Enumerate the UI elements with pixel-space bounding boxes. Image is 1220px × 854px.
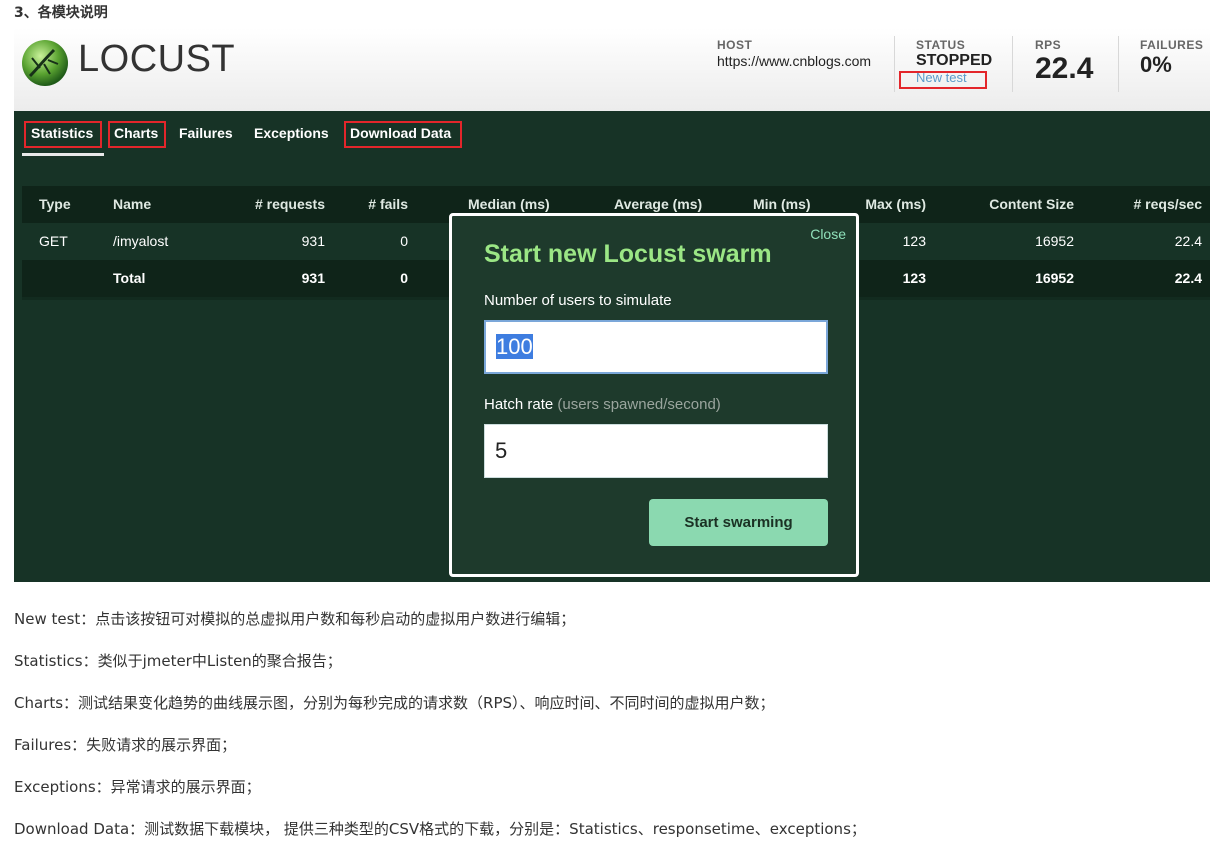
status-value: STOPPED [916,52,993,69]
note-charts: Charts：测试结果变化趋势的曲线展示图，分别为每秒完成的请求数（RPS）、响… [14,694,775,712]
host-stat: HOST https://www.cnblogs.com [717,38,871,69]
cell-reqs-sec: 22.4 [1174,233,1202,249]
cell-requests: 931 [301,233,325,249]
hatch-field-label: Hatch rate (users spawned/second) [484,396,721,413]
charts-highlight-box [108,121,166,148]
cell-requests: 931 [301,270,325,286]
cell-fails: 0 [400,270,408,286]
column-header[interactable]: Name [113,186,151,223]
rps-value: 22.4 [1035,52,1094,85]
locust-app-screenshot: LOCUST HOST https://www.cnblogs.com STAT… [14,28,1210,582]
hatch-label-hint: (users spawned/second) [557,396,721,413]
cell-content-size: 16952 [1035,270,1074,286]
tab-exceptions[interactable]: Exceptions [254,125,329,141]
note-exceptions: Exceptions：异常请求的展示界面； [14,778,261,796]
cell-fails: 0 [400,233,408,249]
locust-logo-icon [22,40,68,86]
start-swarm-dialog: Close Start new Locust swarm Number of u… [449,213,859,577]
divider [894,36,895,92]
host-value: https://www.cnblogs.com [717,53,872,69]
users-input-value: 100 [496,334,533,359]
failures-label: FAILURES [1140,38,1204,52]
failures-stat: FAILURES 0% [1140,38,1203,78]
divider [1012,36,1013,92]
hatch-rate-value: 5 [495,438,508,463]
users-field-label: Number of users to simulate [484,292,672,309]
cell-name: Total [113,270,146,286]
hatch-label-text: Hatch rate [484,396,554,413]
active-tab-indicator [22,153,104,156]
note-download-data: Download Data：测试数据下载模块， 提供三种类型的CSV格式的下载，… [14,820,866,838]
section-heading: 3、各模块说明 [14,5,108,21]
rps-label: RPS [1035,38,1062,52]
cell-content-size: 16952 [1035,233,1074,249]
header: LOCUST HOST https://www.cnblogs.com STAT… [14,28,1210,111]
tab-bar: Statistics Charts Failures Exceptions Do… [14,111,1210,155]
new-test-highlight-box [899,71,987,89]
column-header[interactable]: Type [39,186,71,223]
status-label: STATUS [916,38,966,52]
note-failures: Failures：失败请求的展示界面； [14,736,237,754]
dialog-title: Start new Locust swarm [484,240,772,268]
start-swarming-button[interactable]: Start swarming [649,499,828,546]
note-new-test: New test：点击该按钮可对模拟的总虚拟用户数和每秒启动的虚拟用户数进行编辑… [14,610,576,628]
users-input[interactable]: 100 [484,320,828,374]
rps-stat: RPS 22.4 [1035,38,1093,86]
column-header[interactable]: Content Size [962,186,1074,223]
tab-failures[interactable]: Failures [179,125,233,141]
divider [1118,36,1119,92]
host-label: HOST [717,38,753,52]
logo-text: LOCUST [78,38,236,80]
cell-type: GET [39,233,68,249]
cell-name: /imyalost [113,233,169,249]
note-statistics: Statistics：类似于jmeter中Listen的聚合报告； [14,652,342,670]
statistics-highlight-box [24,121,102,148]
column-header[interactable]: # reqs/sec [1112,186,1203,223]
close-link[interactable]: Close [810,226,846,242]
failures-value: 0% [1140,52,1172,77]
column-header[interactable]: # fails [352,186,408,223]
hatch-rate-input[interactable]: 5 [484,424,828,478]
download-data-highlight-box [344,121,462,148]
cell-reqs-sec: 22.4 [1174,270,1202,286]
column-header[interactable]: # requests [222,186,325,223]
